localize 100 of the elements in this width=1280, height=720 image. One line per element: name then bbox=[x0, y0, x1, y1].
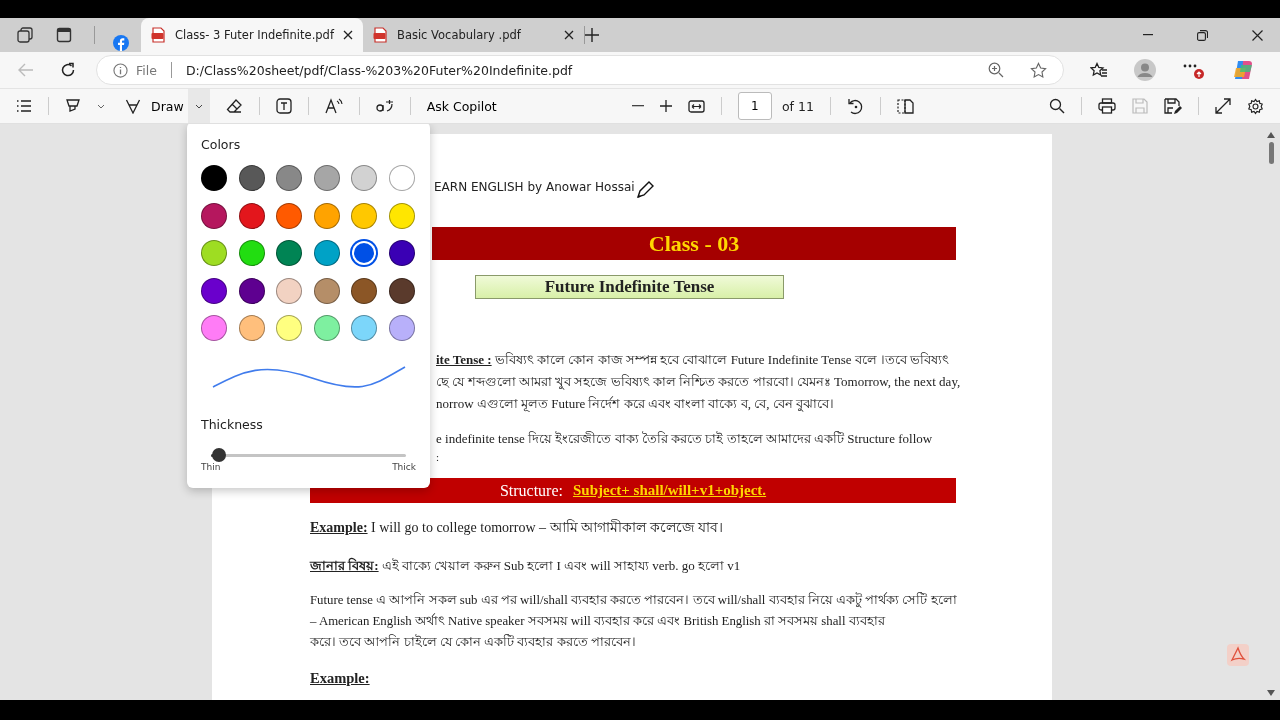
pen-cursor-icon bbox=[634, 180, 655, 200]
fit-width-icon[interactable] bbox=[687, 99, 705, 113]
contents-icon[interactable] bbox=[16, 100, 32, 112]
color-swatch[interactable] bbox=[276, 165, 302, 191]
scroll-down-icon[interactable] bbox=[1267, 690, 1275, 696]
color-swatch[interactable] bbox=[313, 240, 340, 266]
save-as-icon[interactable] bbox=[1164, 97, 1182, 115]
scroll-thumb[interactable] bbox=[1268, 142, 1274, 164]
text-box-icon[interactable] bbox=[275, 98, 292, 114]
colors-label: Colors bbox=[201, 137, 242, 152]
max-label: Thick bbox=[392, 462, 416, 472]
color-swatch[interactable] bbox=[238, 165, 265, 191]
thickness-label: Thickness bbox=[201, 417, 264, 432]
min-label: Thin bbox=[201, 462, 221, 472]
favorites-icon[interactable] bbox=[1090, 62, 1108, 78]
structure-label: Structure: bbox=[499, 481, 563, 500]
zoom-in-icon[interactable] bbox=[659, 100, 672, 112]
color-swatch[interactable] bbox=[276, 277, 302, 304]
color-swatch[interactable] bbox=[313, 315, 340, 341]
pen-icon bbox=[125, 98, 141, 114]
scrollbar[interactable] bbox=[1266, 132, 1276, 696]
color-swatch[interactable] bbox=[238, 240, 265, 266]
translate-icon[interactable] bbox=[375, 99, 394, 113]
color-swatch[interactable] bbox=[351, 202, 377, 229]
copilot-icon[interactable] bbox=[1232, 59, 1254, 81]
scroll-up-icon[interactable] bbox=[1267, 132, 1275, 138]
example-sentence: Example: I will go to college tomorrow – আমি আগামীকাল কলেজে যাব। bbox=[310, 518, 725, 537]
slider-thumb[interactable] bbox=[211, 448, 226, 462]
color-swatch[interactable] bbox=[313, 165, 340, 191]
refresh-icon[interactable] bbox=[60, 62, 76, 78]
settings-icon[interactable] bbox=[1247, 97, 1264, 115]
eraser-icon[interactable] bbox=[225, 97, 243, 115]
thickness-slider[interactable] bbox=[211, 448, 406, 462]
color-swatch[interactable] bbox=[388, 202, 415, 229]
note-sentence: জানার বিষয়: এই বাক্যে খেয়াল করুন Sub হলো I এবং will সাহায্য verb. go হলো v1 bbox=[310, 556, 742, 575]
color-swatch[interactable] bbox=[238, 315, 265, 341]
ask-copilot-button[interactable]: Ask Copilot bbox=[426, 98, 497, 114]
color-swatch[interactable] bbox=[351, 277, 377, 304]
paragraph-line: – American English অর্থাৎ Native speaker সবসময় will ব্যবহার করে এবং British English রা সবসময় shall ব্যবহার bbox=[310, 612, 887, 630]
close-icon[interactable] bbox=[343, 30, 353, 40]
color-swatch[interactable] bbox=[201, 240, 227, 266]
rotate-icon[interactable] bbox=[846, 97, 864, 115]
address-bar[interactable]: File D:/Class%20sheet/pdf/Class-%203%20Futer%20Indefinite.pdf bbox=[96, 55, 1064, 85]
paragraph-line: e indefinite tense দিয়ে ইংরেজীতে বাক্য তৈরি করতে চাই তাহলে আমাদের একটি Structure follow bbox=[436, 430, 934, 448]
paragraph-line: : bbox=[436, 450, 441, 464]
page-header: EARN ENGLISH by Anowar Hossai bbox=[434, 180, 635, 194]
topic-box: Future Indefinite Tense bbox=[475, 275, 784, 299]
tab-actions-icon[interactable] bbox=[56, 27, 72, 43]
paragraph-line: করে। তবে আপনি চাইলে যে কোন একটি ব্যবহার করতে পারবেন। bbox=[310, 633, 637, 651]
color-swatch[interactable] bbox=[351, 165, 377, 191]
paragraph-line: norrow এগুলো মূলত Future নির্দেশ করে এবং বাংলা বাক্যে ব, বে, বেন বুঝাবে। bbox=[436, 395, 835, 414]
color-swatch[interactable] bbox=[313, 277, 340, 304]
minimize-icon[interactable] bbox=[1143, 34, 1153, 36]
info-icon[interactable] bbox=[113, 62, 128, 78]
restore-icon[interactable] bbox=[1197, 29, 1208, 41]
color-swatch[interactable] bbox=[313, 202, 340, 229]
color-swatch[interactable] bbox=[201, 315, 227, 341]
class-banner: Class - 03 bbox=[432, 227, 956, 260]
color-swatch[interactable] bbox=[201, 165, 227, 191]
color-swatch[interactable] bbox=[388, 240, 415, 266]
color-swatch[interactable] bbox=[388, 277, 415, 304]
close-icon[interactable] bbox=[1252, 29, 1263, 41]
caret-icon bbox=[194, 103, 203, 109]
structure-formula: Subject+ shall/will+v1+object. bbox=[572, 482, 767, 499]
page-view-icon[interactable] bbox=[896, 98, 914, 114]
new-tab-icon[interactable] bbox=[585, 28, 599, 42]
tab[interactable]: Basic Vocabulary .pdf bbox=[363, 26, 585, 44]
print-icon[interactable] bbox=[1098, 98, 1116, 114]
color-swatch[interactable] bbox=[276, 240, 302, 266]
example-heading: Example: bbox=[310, 670, 371, 687]
tab[interactable]: Class- 3 Futer Indefinite.pdf bbox=[141, 18, 363, 52]
expand-icon[interactable] bbox=[1215, 98, 1231, 114]
color-swatch[interactable] bbox=[388, 165, 415, 191]
color-swatch[interactable] bbox=[276, 315, 302, 341]
tab-title: Basic Vocabulary .pdf bbox=[397, 28, 522, 42]
scheme-label: File bbox=[136, 62, 157, 78]
avatar-icon[interactable] bbox=[1134, 59, 1156, 81]
workspaces-icon[interactable] bbox=[16, 26, 34, 44]
acrobat-icon[interactable] bbox=[1227, 644, 1249, 666]
color-swatch[interactable] bbox=[238, 277, 265, 304]
color-swatch[interactable] bbox=[238, 202, 265, 229]
close-icon[interactable] bbox=[564, 30, 574, 40]
color-swatch[interactable] bbox=[276, 202, 302, 229]
color-swatch[interactable] bbox=[201, 202, 227, 229]
pdf-icon bbox=[373, 27, 388, 43]
star-icon[interactable] bbox=[1030, 61, 1047, 79]
page-number-field[interactable]: 1 bbox=[737, 92, 772, 120]
tab-title: Class- 3 Futer Indefinite.pdf bbox=[175, 28, 334, 42]
zoom-in-icon[interactable] bbox=[988, 62, 1004, 78]
color-swatch[interactable] bbox=[354, 243, 374, 263]
search-icon[interactable] bbox=[1049, 98, 1065, 114]
page-count: of 11 bbox=[781, 98, 814, 114]
color-swatch[interactable] bbox=[388, 315, 415, 341]
highlighter-icon[interactable] bbox=[65, 98, 81, 114]
caret-icon[interactable] bbox=[97, 103, 105, 109]
color-swatch[interactable] bbox=[201, 277, 227, 304]
read-aloud-icon[interactable] bbox=[324, 98, 343, 114]
color-swatch[interactable] bbox=[351, 315, 377, 341]
paragraph-line: Future tense এ আপনি সকল sub এর পর will/shall ব্যবহার করতে পারবেন। তবে will/shall ব্যবহার নিয়ে একটু পার্থক্য সেটি হলো bbox=[310, 591, 956, 610]
paragraph-line: ite Tense : ভবিষ্যৎ কালে কোন কাজ সম্পন্ন হবে বোঝালে Future Indefinite Tense বলে ।তবে ভবিষ্যৎ bbox=[436, 351, 951, 369]
